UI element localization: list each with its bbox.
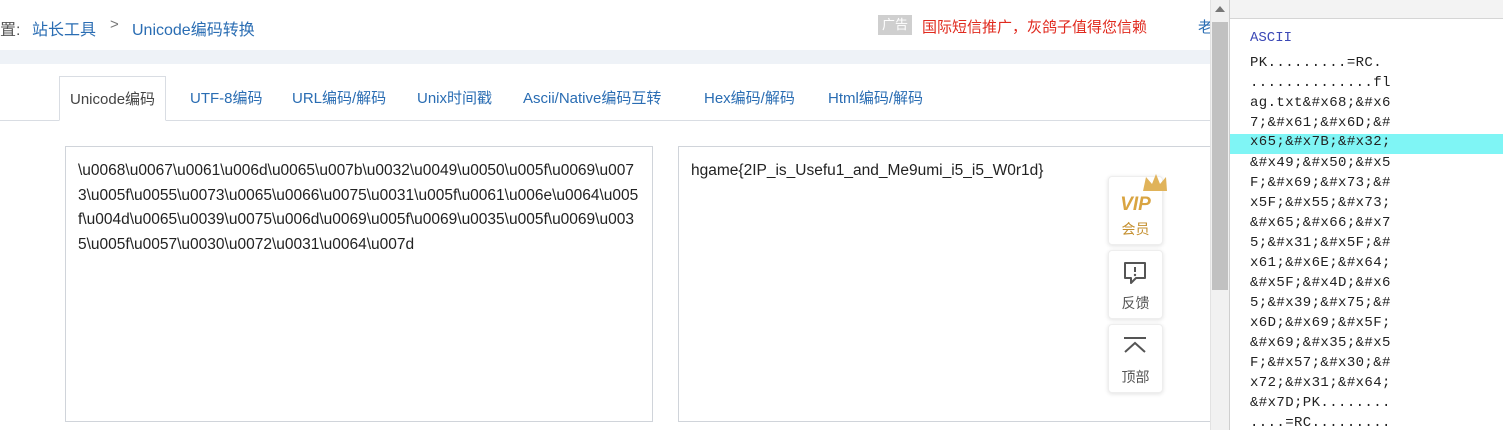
ascii-row: F;&#x69;&#x73;&# bbox=[1250, 175, 1391, 191]
ascii-row: ag.txt&#x68;&#x6 bbox=[1250, 95, 1391, 111]
tool-tabs: Unicode编码 UTF-8编码 URL编码/解码 Unix时间戳 Ascii… bbox=[0, 76, 1210, 121]
feedback-button[interactable]: 反馈 bbox=[1108, 250, 1163, 319]
ad-tag: 广告 bbox=[878, 15, 912, 35]
breadcrumb-prefix: 置: bbox=[0, 22, 21, 39]
vip-label: 会员 bbox=[1121, 221, 1150, 237]
browser-scrollbar[interactable] bbox=[1210, 0, 1229, 430]
ascii-row: x72;&#x31;&#x64; bbox=[1250, 375, 1391, 391]
vip-button[interactable]: VIP 会员 bbox=[1108, 174, 1167, 245]
back-to-top-button[interactable]: 顶部 bbox=[1108, 324, 1163, 393]
unicode-input-textarea[interactable]: \u0068\u0067\u0061\u006d\u0065\u007b\u00… bbox=[65, 146, 653, 422]
ascii-row: &#x65;&#x66;&#x7 bbox=[1250, 215, 1391, 231]
ascii-row: &#x49;&#x50;&#x5 bbox=[1250, 155, 1391, 171]
vip-crown-icon bbox=[1143, 174, 1167, 191]
scroll-up-arrow-icon[interactable] bbox=[1215, 6, 1225, 12]
ascii-row: x6D;&#x69;&#x5F; bbox=[1250, 315, 1391, 331]
breadcrumb-current-link[interactable]: Unicode编码转换 bbox=[132, 16, 255, 40]
ascii-row: &#x69;&#x35;&#x5 bbox=[1250, 335, 1391, 351]
hex-editor-ascii-panel: ASCII PK.........=RC. ..............fl a… bbox=[1229, 0, 1503, 430]
ascii-row: &#x7D;PK........ bbox=[1250, 395, 1391, 411]
tab-ascii-native[interactable]: Ascii/Native编码互转 bbox=[523, 76, 661, 120]
ad-more-link[interactable]: 老 bbox=[1198, 16, 1210, 37]
ascii-row: F;&#x57;&#x30;&# bbox=[1250, 355, 1391, 371]
hex-panel-toolbar bbox=[1230, 0, 1503, 19]
scrollbar-thumb[interactable] bbox=[1212, 22, 1228, 290]
ascii-row: ..............fl bbox=[1250, 75, 1391, 91]
ascii-row: PK.........=RC. bbox=[1250, 55, 1383, 71]
ascii-column-header: ASCII bbox=[1250, 30, 1293, 46]
tab-unix-timestamp[interactable]: Unix时间戳 bbox=[417, 76, 492, 120]
top-label: 顶部 bbox=[1121, 369, 1150, 385]
input-text: \u0068\u0067\u0061\u006d\u0065\u007b\u00… bbox=[78, 162, 639, 253]
ascii-row: x61;&#x6E;&#x64; bbox=[1250, 255, 1391, 271]
feedback-icon bbox=[1124, 262, 1146, 284]
arrow-up-icon bbox=[1124, 337, 1146, 353]
ascii-row: 5;&#x31;&#x5F;&# bbox=[1250, 235, 1391, 251]
breadcrumb-site-tools-link[interactable]: 站长工具 bbox=[32, 16, 96, 40]
ascii-row: ....=RC......... bbox=[1250, 415, 1391, 430]
breadcrumb-bar: 置: 站长工具 > Unicode编码转换 广告 国际短信推广，灰鸽子值得您信赖… bbox=[0, 0, 1210, 50]
ascii-row: x5F;&#x55;&#x73; bbox=[1250, 195, 1391, 211]
ad-link[interactable]: 国际短信推广，灰鸽子值得您信赖 bbox=[922, 16, 1147, 37]
ascii-row-highlighted[interactable]: x65;&#x7B;&#x32; bbox=[1230, 134, 1503, 154]
header-divider-band bbox=[0, 50, 1210, 64]
tab-unicode[interactable]: Unicode编码 bbox=[59, 76, 167, 121]
ascii-row: 7;&#x61;&#x6D;&# bbox=[1250, 115, 1391, 131]
tab-url[interactable]: URL编码/解码 bbox=[292, 76, 386, 120]
feedback-label: 反馈 bbox=[1121, 295, 1150, 311]
vip-badge: VIP bbox=[1120, 194, 1151, 215]
ascii-row: &#x5F;&#x4D;&#x6 bbox=[1250, 275, 1391, 291]
breadcrumb-separator: > bbox=[110, 16, 119, 33]
tab-html[interactable]: Html编码/解码 bbox=[828, 76, 923, 120]
web-page: 置: 站长工具 > Unicode编码转换 广告 国际短信推广，灰鸽子值得您信赖… bbox=[0, 0, 1210, 430]
tab-hex[interactable]: Hex编码/解码 bbox=[704, 76, 795, 120]
ascii-row: 5;&#x39;&#x75;&# bbox=[1250, 295, 1391, 311]
tab-utf8[interactable]: UTF-8编码 bbox=[190, 76, 263, 120]
